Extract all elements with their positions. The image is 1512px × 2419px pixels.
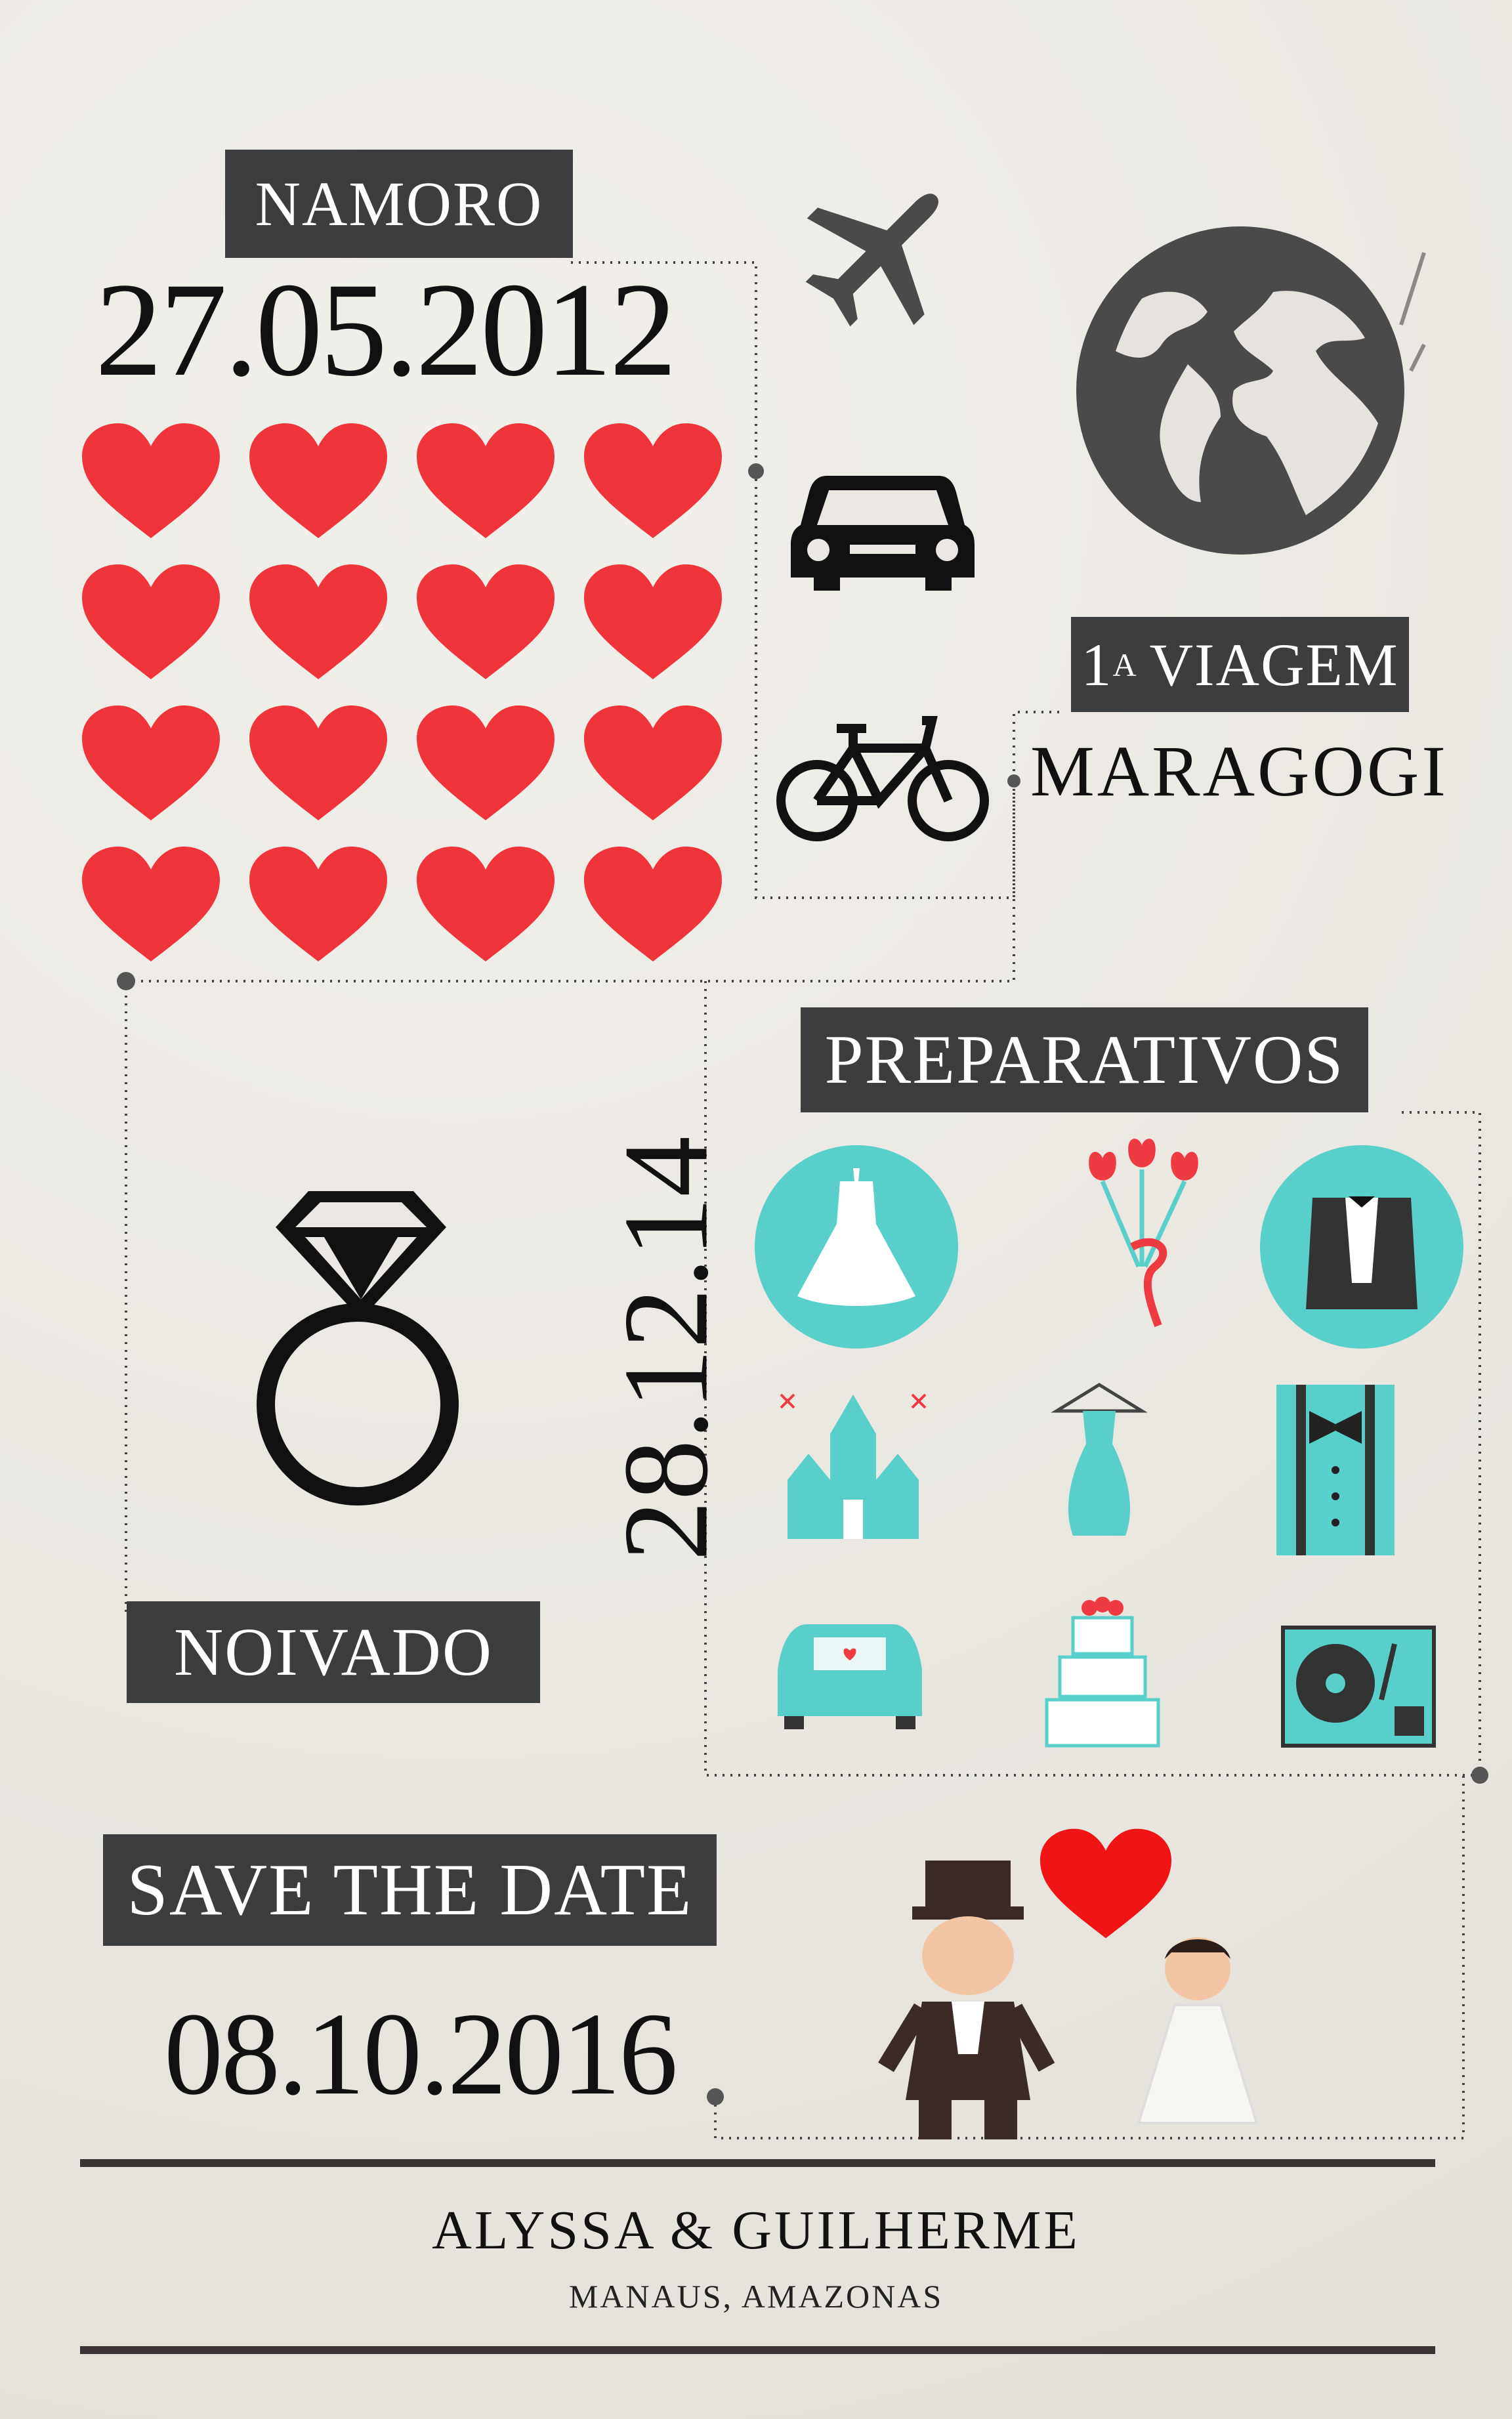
viagem-label-sup: A — [1112, 646, 1138, 683]
airplane-icon — [805, 194, 938, 327]
noivado-label-text: Noivado — [174, 1614, 493, 1690]
save-the-date-label-text: Save the date — [127, 1849, 693, 1931]
save-the-date-label: Save the date — [103, 1834, 717, 1946]
car-icon — [791, 476, 975, 591]
heart-icon — [584, 847, 722, 961]
heart-icon — [82, 847, 220, 961]
heart-icon — [249, 423, 387, 538]
footer-rule-top — [80, 2159, 1435, 2167]
tuxedo-icon — [1260, 1145, 1463, 1349]
dress-icon — [755, 1145, 958, 1349]
save-the-date-date: 08.10.2016 — [164, 1988, 678, 2119]
globe-icon — [1076, 226, 1426, 555]
viagem-place: Maragogi — [1030, 731, 1448, 811]
namoro-label-text: Namoro — [255, 169, 543, 239]
heart-icon — [249, 705, 387, 820]
heart-icon — [249, 564, 387, 679]
heart-icon — [584, 705, 722, 820]
heart-icon — [417, 564, 555, 679]
hanger-dress-icon — [1051, 1383, 1148, 1536]
namoro-date: 27.05.2012 — [95, 255, 677, 404]
preparativos-label-text: Preparativos — [824, 1021, 1345, 1098]
suspenders-icon — [1276, 1385, 1395, 1555]
wedding-car-icon — [778, 1624, 922, 1729]
love-heart-icon — [1040, 1828, 1171, 1939]
hearts-grid — [82, 423, 722, 961]
ring-icon — [257, 1191, 459, 1505]
cake-icon — [1045, 1597, 1160, 1748]
bride-icon — [1137, 1937, 1259, 2124]
heart-icon — [417, 847, 555, 961]
viagem-label-num: 1 — [1081, 631, 1113, 698]
heart-icon — [82, 564, 220, 679]
viagem-label-rest: Viagem — [1149, 631, 1399, 698]
heart-icon — [584, 564, 722, 679]
footer-names: Alyssa & Guilherme — [432, 2200, 1080, 2261]
heart-icon — [82, 423, 220, 538]
footer-rule-bottom — [80, 2346, 1435, 2354]
heart-icon — [584, 423, 722, 538]
heart-icon — [82, 705, 220, 820]
footer-location: Manaus, Amazonas — [568, 2278, 944, 2315]
tulips-icon — [1089, 1139, 1198, 1328]
heart-icon — [417, 705, 555, 820]
heart-icon — [249, 847, 387, 961]
noivado-date: 28.12.14 — [598, 1136, 734, 1561]
groom-icon — [878, 1861, 1055, 2139]
turntable-icon — [1281, 1626, 1436, 1748]
bicycle-icon — [776, 716, 989, 841]
noivado-label: Noivado — [127, 1601, 540, 1703]
church-icon — [780, 1393, 927, 1539]
preparativos-label: Preparativos — [801, 1007, 1368, 1112]
namoro-label: Namoro — [225, 150, 573, 258]
heart-icon — [417, 423, 555, 538]
viagem-label: 1 A Viagem — [1071, 617, 1409, 712]
